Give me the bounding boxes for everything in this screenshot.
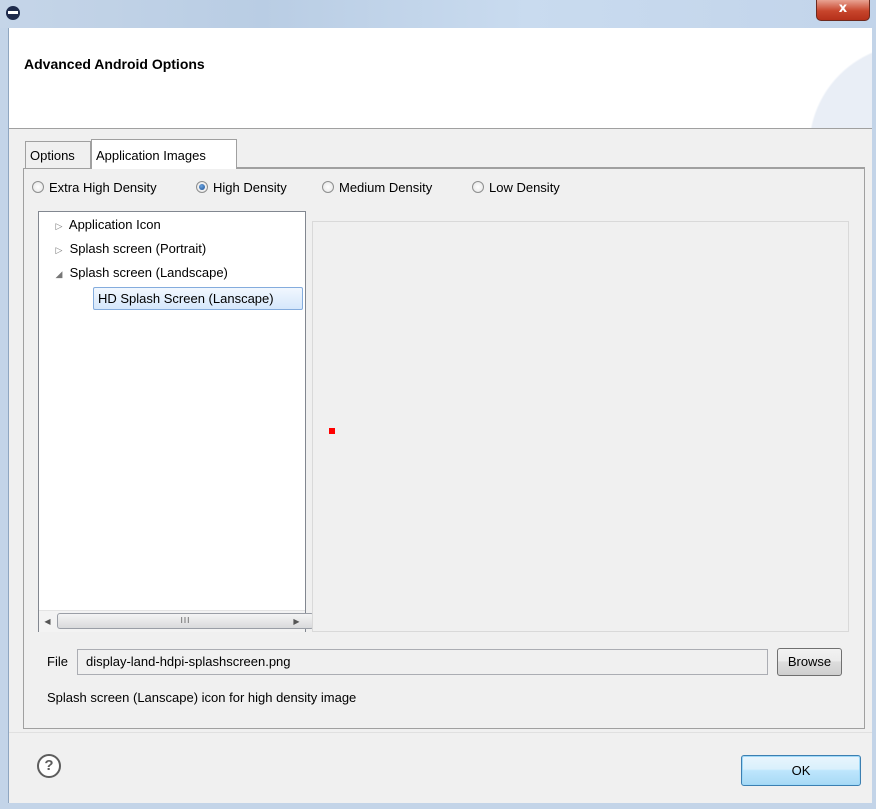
tree-item-splash-landscape[interactable]: ◢ Splash screen (Landscape) xyxy=(52,262,228,284)
tab-strip-divider xyxy=(237,167,865,168)
file-label: File xyxy=(47,654,68,669)
image-description: Splash screen (Lanscape) icon for high d… xyxy=(47,690,357,705)
file-path-field[interactable]: display-land-hdpi-splashscreen.png xyxy=(77,649,768,675)
radio-label: High Density xyxy=(213,179,287,195)
scroll-right-arrow-icon[interactable]: ▶ xyxy=(288,611,305,632)
tree-horizontal-scrollbar[interactable]: ◀ III ▶ xyxy=(39,610,314,632)
radio-low-density[interactable]: Low Density xyxy=(472,178,560,196)
ok-button[interactable]: OK xyxy=(741,755,861,786)
radio-button-icon[interactable] xyxy=(472,181,484,193)
scroll-left-arrow-icon[interactable]: ◀ xyxy=(39,611,56,632)
browse-button[interactable]: Browse xyxy=(777,648,842,676)
header-decoration xyxy=(770,28,872,128)
tree-item-application-icon[interactable]: ▷ Application Icon xyxy=(52,214,161,236)
tab-options[interactable]: Options xyxy=(25,141,91,168)
tree-item-splash-portrait[interactable]: ▷ Splash screen (Portrait) xyxy=(52,238,207,261)
radio-button-selected-icon[interactable] xyxy=(196,181,208,193)
radio-label: Low Density xyxy=(489,179,560,195)
collapse-arrow-icon[interactable]: ◢ xyxy=(52,263,66,285)
radio-label: Medium Density xyxy=(339,179,433,195)
preview-image-thumbnail xyxy=(329,428,335,434)
tree-item-label: Splash screen (Landscape) xyxy=(69,265,228,280)
eclipse-app-icon xyxy=(6,6,20,20)
tree-item-hd-splash-landscape[interactable]: HD Splash Screen (Lanscape) xyxy=(93,287,303,310)
expand-arrow-icon[interactable]: ▷ xyxy=(52,215,66,237)
radio-extra-high-density[interactable]: Extra High Density xyxy=(32,178,157,196)
tree-item-label: Application Icon xyxy=(68,217,161,232)
title-bar[interactable] xyxy=(0,0,876,28)
radio-button-icon[interactable] xyxy=(322,181,334,193)
window-frame-left xyxy=(0,28,8,809)
close-button[interactable]: x xyxy=(816,0,870,21)
window-frame-right xyxy=(872,28,876,809)
radio-medium-density[interactable]: Medium Density xyxy=(322,178,432,196)
image-preview-panel xyxy=(312,221,849,632)
dialog-header xyxy=(9,28,872,128)
radio-label: Extra High Density xyxy=(49,179,157,195)
scroll-thumb[interactable]: III xyxy=(57,613,314,629)
radio-high-density[interactable]: High Density xyxy=(196,178,287,196)
dialog-title: Advanced Android Options xyxy=(24,56,205,72)
expand-arrow-icon[interactable]: ▷ xyxy=(52,239,66,261)
tab-application-images[interactable]: Application Images xyxy=(91,139,237,169)
window-frame-bottom xyxy=(0,803,876,809)
tree-item-label: Splash screen (Portrait) xyxy=(69,241,207,256)
footer-divider xyxy=(9,732,872,733)
radio-button-icon[interactable] xyxy=(32,181,44,193)
help-icon[interactable]: ? xyxy=(37,754,61,778)
